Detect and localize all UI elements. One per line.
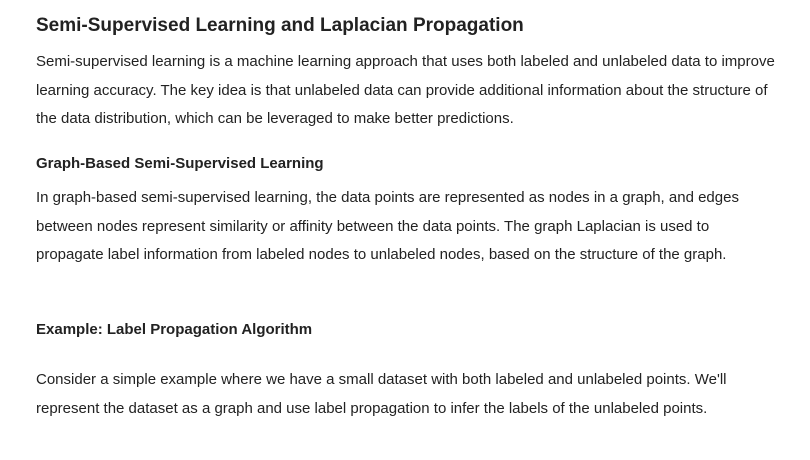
page-title: Semi-Supervised Learning and Laplacian P… bbox=[36, 15, 524, 36]
example-paragraph: Consider a simple example where we have … bbox=[36, 371, 727, 417]
section-heading-example: Example: Label Propagation Algorithm bbox=[36, 321, 313, 338]
intro-paragraph: Semi-supervised learning is a machine le… bbox=[36, 53, 775, 127]
section-heading-graph-based: Graph-Based Semi-Supervised Learning bbox=[36, 155, 324, 172]
graph-based-paragraph: In graph-based semi-supervised learning,… bbox=[36, 189, 739, 263]
